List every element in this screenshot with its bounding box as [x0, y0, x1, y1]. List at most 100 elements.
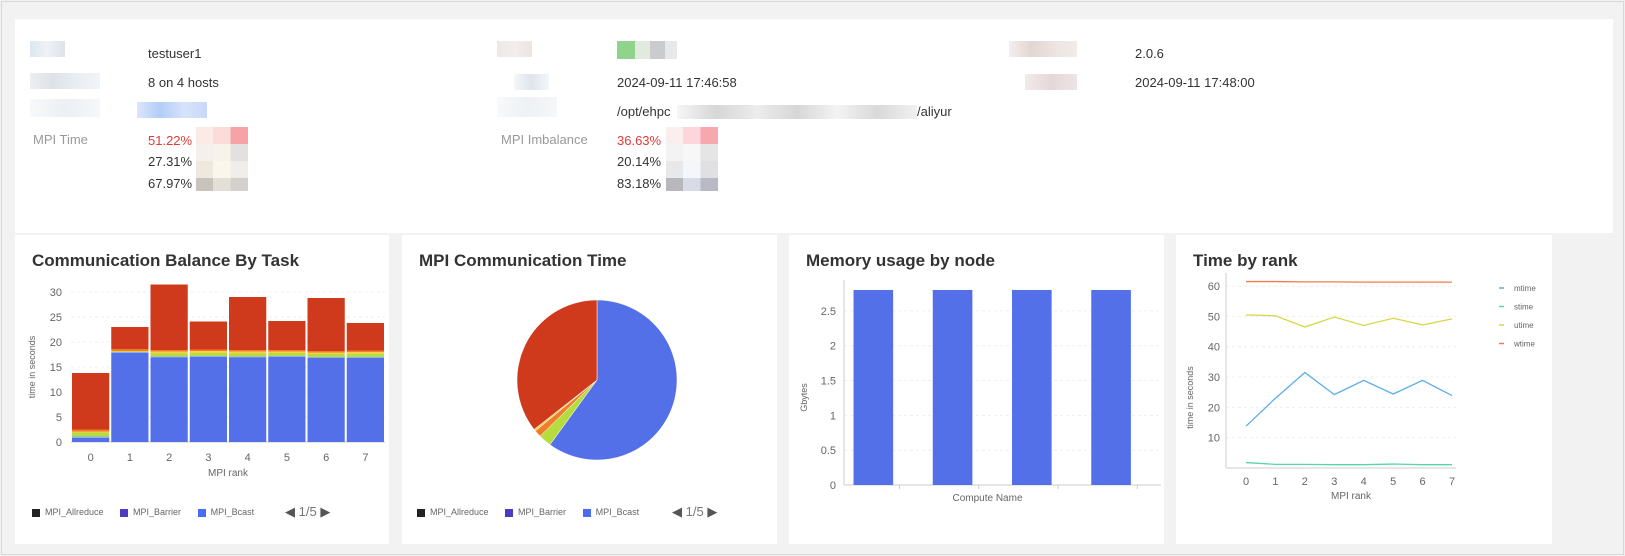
mpi-time-label: MPI Time — [33, 132, 88, 147]
legend-label: MPI_Bcast — [595, 507, 640, 517]
bar — [853, 290, 894, 485]
y-tick-label: 15 — [50, 362, 62, 374]
bar-segment — [229, 350, 267, 352]
blurred-bar — [666, 161, 718, 178]
pager-next-icon[interactable]: ▶ — [320, 504, 330, 519]
comm-balance-chart: 0 5 10 15 20 25 30 0 1 2 3 4 5 6 7 MPI rank time in seco… — [27, 284, 385, 479]
y-tick-label: 0 — [830, 480, 836, 492]
comm-time-panel: MPI Communication Time MPI_Allreduce MPI… — [402, 235, 777, 544]
x-tick-label: 6 — [1420, 476, 1426, 488]
y-tick-label: 20 — [50, 337, 62, 349]
y-tick-label: 1 — [830, 410, 836, 422]
legend-pager: ◀ 1/5 ▶ — [672, 504, 717, 520]
bar-segment — [229, 297, 267, 350]
legend-item[interactable]: MPI_Barrier — [120, 507, 181, 517]
mpi-imbalance-value-2: 20.14% — [617, 154, 662, 169]
y-tick-label: 40 — [1208, 342, 1220, 354]
bar-segment — [111, 352, 149, 353]
bar-segment — [229, 356, 267, 358]
bar-segment — [307, 354, 345, 357]
y-tick-label: 0.5 — [821, 445, 836, 457]
blurred-value — [137, 102, 207, 118]
legend-label: MPI_Allreduce — [430, 507, 489, 517]
bar-segment — [189, 351, 227, 353]
x-tick-label: 6 — [323, 452, 329, 464]
bar-segment — [307, 357, 345, 358]
bar-segment — [150, 351, 188, 354]
bar-segment — [72, 432, 110, 437]
legend-label: utime — [1514, 321, 1534, 330]
bar-segment — [229, 357, 267, 442]
legend-swatch — [582, 508, 591, 517]
y-tick-label: 60 — [1208, 281, 1220, 293]
memory-panel: Memory usage by node 0 0.5 1 1.5 2 2.5 Compute… — [789, 235, 1164, 544]
blurred-label — [497, 97, 557, 117]
legend-item[interactable]: MPI_Allreduce — [32, 507, 104, 517]
bar-segment — [346, 358, 384, 442]
y-tick-label: 10 — [50, 387, 62, 399]
y-tick-label: 10 — [1208, 433, 1220, 445]
legend-swatch — [417, 508, 425, 517]
blurred-bar — [196, 161, 248, 178]
x-tick-label: 0 — [88, 452, 94, 464]
bar — [932, 290, 973, 485]
bar-segment — [346, 323, 384, 351]
bar-segment — [268, 357, 306, 442]
legend-item[interactable]: MPI_Barrier — [505, 507, 566, 517]
legend-swatch — [32, 508, 40, 517]
bar-segment — [150, 353, 188, 357]
pager-prev-icon[interactable]: ◀ — [285, 504, 295, 519]
bar-segment — [346, 357, 384, 358]
bar-segment — [307, 351, 345, 353]
bar-segment — [72, 429, 110, 432]
blurred-bar — [666, 178, 718, 191]
legend-label: MPI_Barrier — [518, 507, 567, 517]
bar-segment — [189, 349, 227, 351]
bar-segment — [72, 436, 110, 438]
y-tick-label: 1.5 — [821, 376, 836, 388]
x-tick-label: 7 — [1449, 476, 1455, 488]
legend-item[interactable]: MPI_Bcast — [197, 507, 254, 517]
bar-segment — [189, 321, 227, 350]
series-line — [1245, 461, 1452, 466]
processes-value: 8 on 4 hosts — [148, 75, 219, 90]
y-axis-title: time in seconds — [1185, 366, 1195, 429]
x-tick-label: 7 — [362, 452, 368, 464]
x-tick-label: 5 — [284, 452, 290, 464]
bar-segment — [150, 356, 188, 358]
command-path-prefix: /opt/ehpc — [617, 104, 671, 119]
blurred-label — [514, 74, 549, 90]
bar-segment — [111, 353, 149, 442]
blurred-label — [497, 41, 532, 57]
x-axis-title: MPI rank — [1331, 491, 1372, 502]
version-value: 2.0.6 — [1135, 46, 1164, 61]
legend-swatch — [505, 508, 514, 517]
legend-label: MPI_Barrier — [133, 507, 182, 517]
bar-segment — [346, 350, 384, 352]
bar-segment — [229, 353, 267, 357]
x-tick-label: 5 — [1390, 476, 1396, 488]
bar-segment — [268, 321, 306, 350]
x-tick-label: 2 — [1302, 476, 1308, 488]
x-tick-label: 2 — [166, 452, 172, 464]
job-summary-panel: testuser1 8 on 4 hosts MPI Time 51.22% 2… — [15, 19, 1613, 233]
pager-prev-icon[interactable]: ◀ — [672, 504, 682, 519]
x-axis-title: MPI rank — [208, 468, 249, 479]
pager-next-icon[interactable]: ▶ — [707, 504, 717, 519]
mpi-time-value-3: 67.97% — [148, 176, 193, 191]
comm-balance-panel: Communication Balance By Task 0 5 10 15 20 25… — [15, 235, 389, 544]
bar-segment — [111, 327, 149, 349]
y-tick-label: 30 — [1208, 372, 1220, 384]
x-tick-label: 1 — [127, 452, 133, 464]
bar-segment — [189, 357, 227, 442]
mpi-time-value-2: 27.31% — [148, 154, 193, 169]
legend-item[interactable]: MPI_Allreduce — [417, 507, 489, 517]
mpi-imbalance-value-1: 36.63% — [617, 133, 662, 148]
bar-segment — [268, 351, 306, 353]
legend-item[interactable]: MPI_Bcast — [582, 507, 640, 517]
start-time-value: 2024-09-11 17:46:58 — [617, 75, 737, 90]
series-line — [1245, 371, 1453, 427]
y-tick-label: 30 — [50, 287, 62, 299]
x-tick-label: 3 — [1331, 476, 1337, 488]
blurred-bar — [196, 127, 248, 144]
